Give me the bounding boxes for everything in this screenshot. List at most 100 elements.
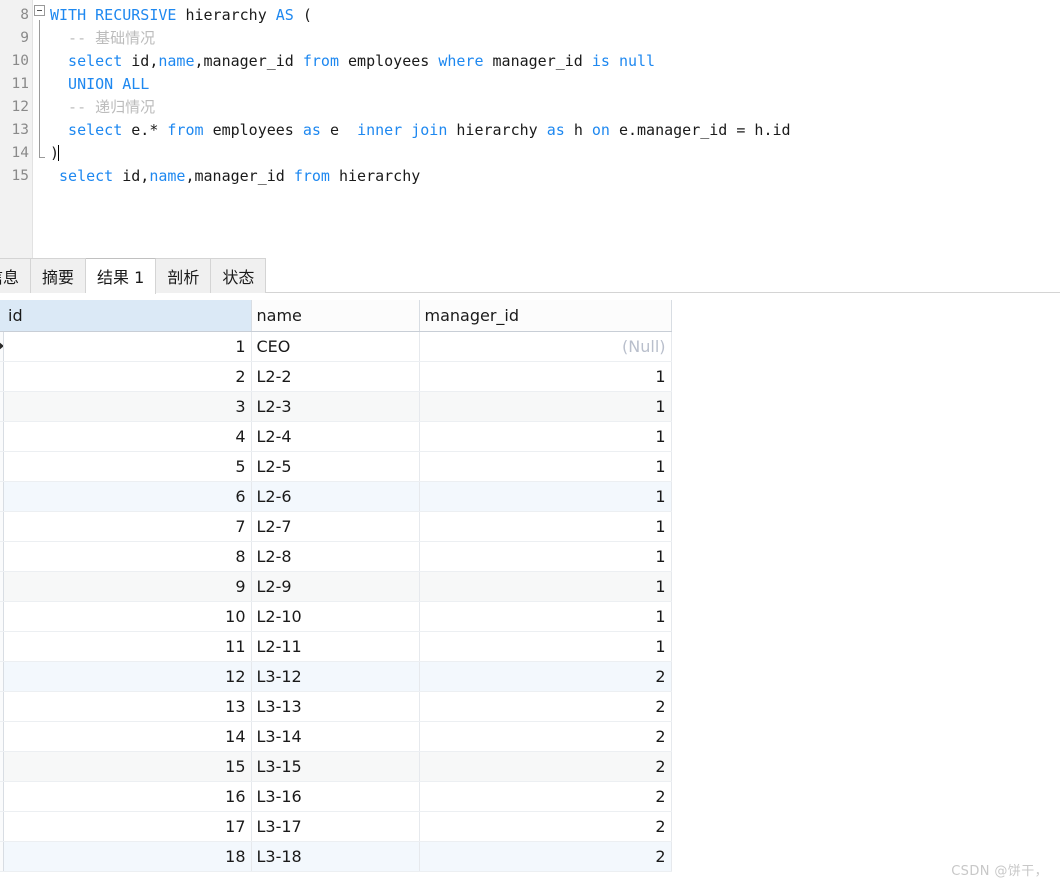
cell-name[interactable]: L2-2 xyxy=(251,361,420,392)
table-row[interactable]: 14 L3-14 2 xyxy=(0,721,672,752)
code-line[interactable]: select e.* from employees as e inner joi… xyxy=(50,119,1060,142)
cell-name[interactable]: L3-12 xyxy=(251,661,420,692)
table-row[interactable]: 8 L2-8 1 xyxy=(0,541,672,572)
cell-manager-id[interactable]: 1 xyxy=(419,361,672,392)
code-folding-column[interactable] xyxy=(33,0,48,258)
table-row[interactable]: 15 L3-15 2 xyxy=(0,751,672,782)
cell-manager-id[interactable]: 1 xyxy=(419,541,672,572)
table-row[interactable]: 12 L3-12 2 xyxy=(0,661,672,692)
cell-id[interactable]: 10 xyxy=(3,601,252,632)
row-indicator-cell[interactable] xyxy=(0,751,4,782)
row-indicator-cell[interactable] xyxy=(0,841,4,872)
cell-manager-id[interactable]: 2 xyxy=(419,691,672,722)
cell-manager-id[interactable]: 2 xyxy=(419,751,672,782)
tab-2[interactable]: 摘要 xyxy=(31,258,87,293)
tab-4[interactable]: 剖析 xyxy=(156,258,212,293)
cell-manager-id[interactable]: 2 xyxy=(419,781,672,812)
sql-code-editor[interactable]: 8 9 10 11 12 13 14 15 WITH RECURSIVE hierarchy … xyxy=(0,0,1060,258)
cell-id[interactable]: 11 xyxy=(3,631,252,662)
tab-3[interactable]: 结果 1 xyxy=(86,258,157,294)
cell-name[interactable]: L2-7 xyxy=(251,511,420,542)
cell-name[interactable]: CEO xyxy=(251,331,420,362)
column-header-name[interactable]: name xyxy=(251,300,420,332)
cell-name[interactable]: L3-17 xyxy=(251,811,420,842)
table-row[interactable]: 18 L3-18 2 xyxy=(0,841,672,872)
cell-id[interactable]: 18 xyxy=(3,841,252,872)
cell-manager-id[interactable]: 1 xyxy=(419,391,672,422)
cell-manager-id[interactable]: 1 xyxy=(419,631,672,662)
code-line[interactable]: -- 递归情况 xyxy=(50,96,1060,119)
table-row[interactable]: 2 L2-2 1 xyxy=(0,361,672,392)
cell-name[interactable]: L3-13 xyxy=(251,691,420,722)
column-header-id[interactable]: id xyxy=(3,300,252,332)
cell-name[interactable]: L3-16 xyxy=(251,781,420,812)
row-indicator-cell[interactable] xyxy=(0,721,4,752)
table-row[interactable]: 7 L2-7 1 xyxy=(0,511,672,542)
cell-id[interactable]: 2 xyxy=(3,361,252,392)
cell-id[interactable]: 3 xyxy=(3,391,252,422)
table-row[interactable]: 6 L2-6 1 xyxy=(0,481,672,512)
cell-id[interactable]: 14 xyxy=(3,721,252,752)
table-row[interactable]: 9 L2-9 1 xyxy=(0,571,672,602)
cell-name[interactable]: L3-14 xyxy=(251,721,420,752)
table-row[interactable]: 5 L2-5 1 xyxy=(0,451,672,482)
cell-manager-id[interactable]: 1 xyxy=(419,451,672,482)
result-grid[interactable]: id name manager_id 1 CEO (Null) 2 L2-2 1 3 L2-3… xyxy=(0,300,672,872)
table-row[interactable]: 11 L2-11 1 xyxy=(0,631,672,662)
cell-name[interactable]: L2-5 xyxy=(251,451,420,482)
row-indicator-cell[interactable] xyxy=(0,421,4,452)
row-indicator-cell[interactable] xyxy=(0,661,4,692)
table-row[interactable]: 10 L2-10 1 xyxy=(0,601,672,632)
row-indicator-cell[interactable] xyxy=(0,391,4,422)
row-indicator-cell[interactable] xyxy=(0,361,4,392)
cell-id[interactable]: 15 xyxy=(3,751,252,782)
table-row[interactable]: 3 L2-3 1 xyxy=(0,391,672,422)
cell-id[interactable]: 5 xyxy=(3,451,252,482)
cell-id[interactable]: 7 xyxy=(3,511,252,542)
cell-manager-id[interactable]: 1 xyxy=(419,601,672,632)
cell-name[interactable]: L2-3 xyxy=(251,391,420,422)
code-line[interactable]: select id,name,manager_id from employees… xyxy=(50,50,1060,73)
tab-1[interactable]: 信息 xyxy=(0,258,32,293)
row-indicator-cell[interactable] xyxy=(0,541,4,572)
row-indicator-cell[interactable] xyxy=(0,631,4,662)
cell-manager-id[interactable]: 2 xyxy=(419,811,672,842)
row-indicator-cell[interactable] xyxy=(0,601,4,632)
table-row[interactable]: 4 L2-4 1 xyxy=(0,421,672,452)
cell-manager-id[interactable]: 2 xyxy=(419,841,672,872)
cell-manager-id[interactable]: (Null) xyxy=(419,331,672,362)
cell-id[interactable]: 16 xyxy=(3,781,252,812)
cell-manager-id[interactable]: 1 xyxy=(419,481,672,512)
code-line[interactable]: ) xyxy=(50,142,1060,165)
cell-id[interactable]: 6 xyxy=(3,481,252,512)
cell-id[interactable]: 4 xyxy=(3,421,252,452)
cell-manager-id[interactable]: 2 xyxy=(419,661,672,692)
cell-id[interactable]: 9 xyxy=(3,571,252,602)
cell-manager-id[interactable]: 1 xyxy=(419,571,672,602)
cell-name[interactable]: L2-4 xyxy=(251,421,420,452)
column-header-manager-id[interactable]: manager_id xyxy=(419,300,672,332)
code-line[interactable]: select id,name,manager_id from hierarchy xyxy=(50,165,1060,188)
cell-name[interactable]: L2-10 xyxy=(251,601,420,632)
cell-name[interactable]: L2-11 xyxy=(251,631,420,662)
table-row[interactable]: 1 CEO (Null) xyxy=(0,331,672,362)
row-indicator-cell[interactable] xyxy=(0,571,4,602)
code-line[interactable]: UNION ALL xyxy=(50,73,1060,96)
cell-name[interactable]: L3-18 xyxy=(251,841,420,872)
row-indicator-cell[interactable] xyxy=(0,451,4,482)
row-indicator-cell[interactable] xyxy=(0,481,4,512)
table-row[interactable]: 13 L3-13 2 xyxy=(0,691,672,722)
code-text-area[interactable]: WITH RECURSIVE hierarchy AS ( -- 基础情况 se… xyxy=(48,0,1060,258)
row-indicator-cell[interactable] xyxy=(0,511,4,542)
cell-manager-id[interactable]: 1 xyxy=(419,511,672,542)
row-indicator-cell[interactable] xyxy=(0,331,4,362)
code-line[interactable]: -- 基础情况 xyxy=(50,27,1060,50)
cell-id[interactable]: 13 xyxy=(3,691,252,722)
cell-id[interactable]: 12 xyxy=(3,661,252,692)
table-row[interactable]: 17 L3-17 2 xyxy=(0,811,672,842)
cell-name[interactable]: L2-9 xyxy=(251,571,420,602)
cell-name[interactable]: L2-6 xyxy=(251,481,420,512)
row-indicator-cell[interactable] xyxy=(0,811,4,842)
code-fold-collapse-icon[interactable] xyxy=(34,5,45,16)
cell-manager-id[interactable]: 1 xyxy=(419,421,672,452)
